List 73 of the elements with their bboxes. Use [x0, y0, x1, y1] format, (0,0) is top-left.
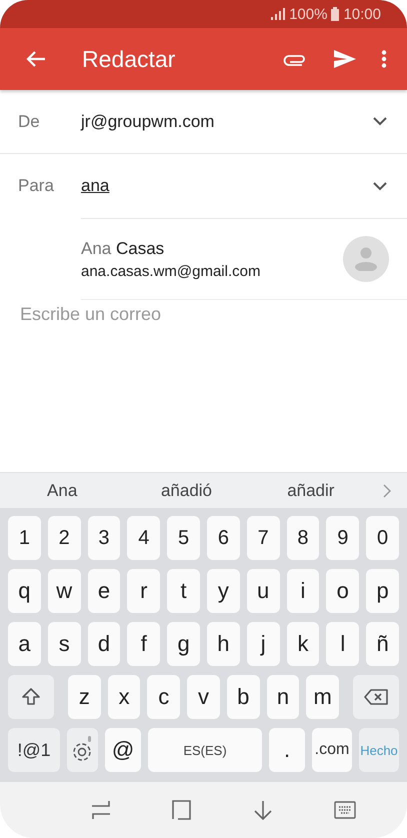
keyboard-key[interactable]: x [108, 675, 140, 719]
signal-icon [271, 8, 286, 20]
field-label: Para [18, 176, 55, 196]
keyboard-key[interactable]: u [246, 569, 280, 613]
chevron-down-icon [373, 117, 387, 126]
keyboard-key[interactable]: 5 [167, 516, 200, 560]
keyboard-key[interactable]: s [48, 622, 81, 666]
keyboard-key[interactable]: c [147, 675, 180, 719]
field-label: De [18, 112, 41, 132]
paperclip-icon [283, 52, 307, 66]
field-value[interactable]: jr@groupwm.com [81, 112, 373, 132]
battery-percent: 100% [289, 6, 328, 22]
contact-name-match: Ana [81, 238, 112, 258]
symbols-key[interactable]: !@1 [8, 728, 60, 772]
keyboard-key[interactable]: w [48, 569, 81, 613]
keyboard-icon [334, 801, 356, 819]
keyboard-key[interactable]: 2 [48, 516, 81, 560]
up-arrow-icon [20, 686, 42, 708]
keyboard-key[interactable]: l [326, 622, 360, 666]
keyboard-key[interactable]: 4 [127, 516, 160, 560]
keyboard-key[interactable]: y [206, 569, 240, 613]
word-suggestion[interactable]: Ana [0, 480, 124, 502]
keyboard-key[interactable]: a [8, 622, 41, 666]
keyboard-key[interactable]: ñ [366, 622, 399, 666]
backspace-icon [363, 688, 390, 706]
space-key[interactable]: ES(ES) [148, 728, 262, 772]
keyboard-key[interactable]: g [167, 622, 200, 666]
keyboard-key[interactable]: q [8, 569, 41, 613]
keyboard-key[interactable]: r [127, 569, 160, 613]
keyboard-key[interactable]: b [226, 675, 260, 719]
battery-icon [331, 7, 340, 21]
keyboard-key[interactable]: 3 [88, 516, 120, 560]
keyboard-key[interactable]: h [206, 622, 240, 666]
keyboard-key[interactable]: i [286, 569, 320, 613]
field-value[interactable]: ana [81, 176, 373, 196]
domain-key[interactable]: .com [312, 728, 352, 772]
keyboard-key[interactable]: p [366, 569, 399, 613]
keyboard-key[interactable]: 0 [366, 516, 399, 560]
word-suggestion[interactable]: añadió [124, 480, 249, 502]
keyboard-key[interactable]: 9 [326, 516, 360, 560]
down-arrow-icon [253, 800, 274, 820]
keyboard-key[interactable]: . [269, 728, 305, 772]
keyboard-key[interactable]: e [88, 569, 120, 613]
keyboard-key[interactable]: z [68, 675, 101, 719]
shift-key[interactable] [8, 675, 54, 719]
keyboard-key[interactable]: 8 [286, 516, 320, 560]
keyboard-key[interactable]: @ [105, 728, 141, 772]
chevron-right-icon [382, 484, 391, 498]
contact-name: Casas [116, 238, 164, 258]
recent-apps-icon [90, 800, 111, 820]
back-arrow-icon [26, 50, 46, 68]
keyboard-key[interactable]: k [286, 622, 320, 666]
keyboard-key[interactable]: n [266, 675, 300, 719]
backspace-key[interactable] [353, 675, 400, 719]
keyboard-key[interactable]: m [306, 675, 340, 719]
keyboard-key[interactable]: 1 [8, 516, 41, 560]
keyboard-key[interactable]: f [127, 622, 160, 666]
avatar [343, 236, 389, 282]
send-icon [333, 49, 357, 69]
keyboard-key[interactable]: 6 [206, 516, 240, 560]
keyboard-key[interactable]: j [246, 622, 280, 666]
more-vertical-icon [381, 50, 387, 68]
screen-title: Redactar [82, 46, 176, 72]
clock: 10:00 [343, 6, 381, 22]
keyboard-key[interactable]: o [326, 569, 360, 613]
keyboard-key[interactable]: v [187, 675, 220, 719]
keyboard-key[interactable]: d [88, 622, 120, 666]
chevron-down-icon [373, 182, 387, 190]
contact-email: ana.casas.wm@gmail.com [81, 262, 262, 280]
keyboard-key[interactable]: t [167, 569, 200, 613]
settings-key[interactable] [67, 728, 98, 772]
keyboard-key[interactable]: 7 [246, 516, 280, 560]
word-suggestion[interactable]: añadir [248, 480, 373, 502]
